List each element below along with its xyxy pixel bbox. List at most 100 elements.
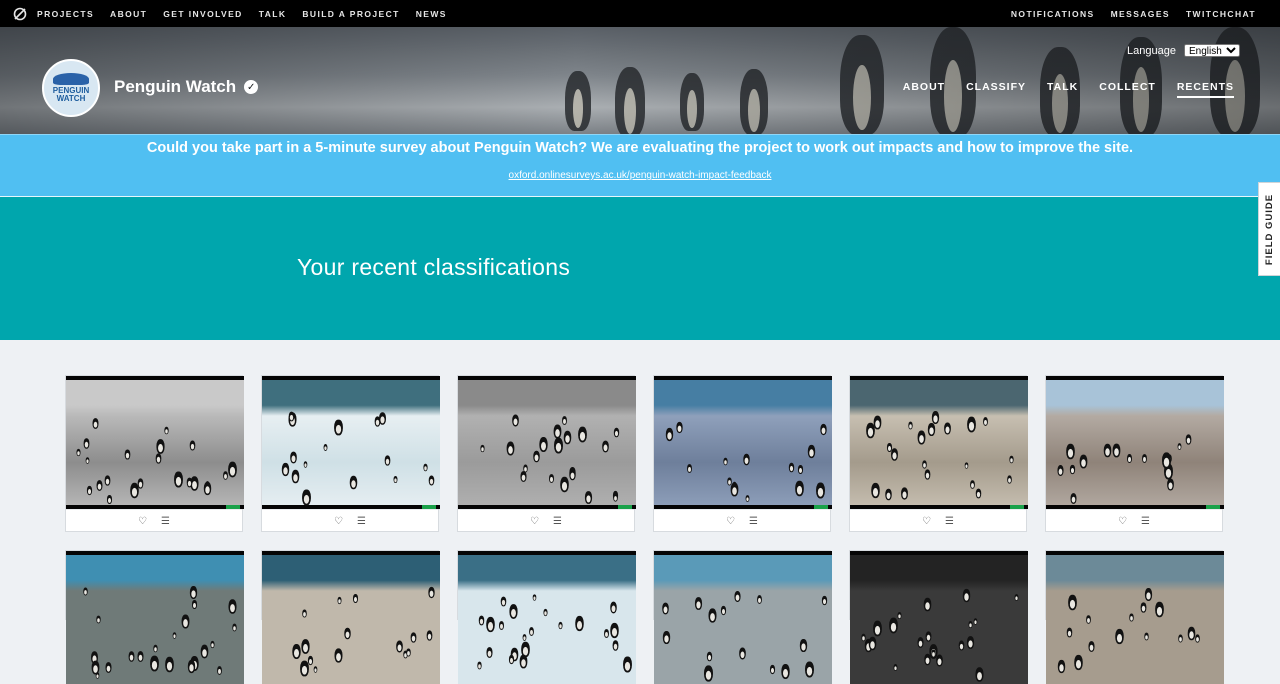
penguin-figure (577, 426, 587, 443)
penguin-figure (189, 585, 197, 599)
survey-banner: Could you take part in a 5-minute survey… (0, 134, 1280, 197)
nav-messages[interactable]: MESSAGES (1111, 9, 1170, 19)
project-title[interactable]: Penguin Watch ✓ (114, 77, 259, 97)
logo-text-2: WATCH (56, 94, 86, 103)
penguin-figure (217, 666, 223, 675)
add-to-collection-icon[interactable]: ☰ (1141, 516, 1150, 527)
favorite-heart-icon[interactable]: ♡ (922, 516, 931, 527)
penguin-figure (1162, 452, 1172, 469)
penguin-figure (223, 471, 228, 480)
penguin-figure (95, 615, 101, 623)
penguin-figure (959, 640, 965, 651)
favorite-heart-icon[interactable]: ♡ (1118, 516, 1127, 527)
penguin-figure (807, 445, 815, 459)
penguin-figure (228, 599, 237, 614)
nav-talk[interactable]: TALK (259, 9, 287, 19)
favorite-heart-icon[interactable]: ♡ (726, 516, 735, 527)
classification-thumbnail[interactable] (1046, 376, 1224, 509)
penguin-figure (149, 655, 159, 672)
classification-thumbnail[interactable] (850, 551, 1028, 684)
penguin-figure (480, 444, 485, 452)
nav-notifications[interactable]: NOTIFICATIONS (1011, 9, 1095, 19)
penguin-figure (757, 594, 762, 604)
language-select[interactable]: English (1184, 44, 1240, 57)
penguin-figure (107, 495, 113, 505)
penguin-figure (396, 640, 404, 653)
penguin-figure (816, 482, 826, 499)
verified-check-icon: ✓ (244, 80, 259, 94)
penguin-figure (900, 487, 908, 500)
add-to-collection-icon[interactable]: ☰ (357, 516, 366, 527)
classification-thumbnail[interactable] (1046, 551, 1224, 684)
penguin-figure (966, 636, 974, 650)
classification-thumbnail[interactable] (66, 376, 244, 509)
penguin-figure (1065, 444, 1075, 460)
penguin-figure (739, 647, 746, 660)
penguin-figure (200, 644, 209, 659)
nav-build-a-project[interactable]: BUILD A PROJECT (302, 9, 399, 19)
nav-news[interactable]: NEWS (416, 9, 447, 19)
nav-about[interactable]: ABOUT (110, 9, 147, 19)
favorite-heart-icon[interactable]: ♡ (530, 516, 539, 527)
penguin-figure (662, 602, 669, 615)
penguin-figure (479, 616, 485, 626)
project-nav-recents[interactable]: RECENTS (1176, 81, 1234, 98)
zooniverse-logo-icon[interactable] (13, 7, 27, 21)
penguin-figure (1187, 626, 1196, 641)
penguin-figure (931, 649, 937, 658)
penguin-figure (922, 460, 927, 470)
classification-thumbnail[interactable] (66, 551, 244, 684)
classification-thumbnail[interactable] (262, 551, 440, 684)
classification-thumbnail[interactable] (850, 376, 1028, 509)
classification-thumbnail[interactable] (654, 551, 832, 684)
penguin-figure (609, 623, 619, 639)
add-to-collection-icon[interactable]: ☰ (945, 516, 954, 527)
penguin-figure (173, 471, 183, 488)
penguin-figure (781, 663, 790, 679)
classification-card: ♡ ☰ (457, 375, 636, 532)
penguin-figure (908, 421, 913, 430)
penguin-figure (973, 617, 978, 625)
penguin-figure (1129, 613, 1135, 622)
penguin-figure (155, 453, 162, 464)
add-to-collection-icon[interactable]: ☰ (161, 516, 170, 527)
survey-link[interactable]: oxford.onlinesurveys.ac.uk/penguin-watch… (509, 170, 772, 181)
penguin-figure (520, 471, 527, 483)
penguin-figure (105, 662, 112, 673)
penguin-figure (1166, 478, 1174, 491)
classification-thumbnail[interactable] (458, 376, 636, 509)
penguin-figure (885, 489, 892, 501)
favorite-heart-icon[interactable]: ♡ (334, 516, 343, 527)
classification-thumbnail[interactable] (654, 376, 832, 509)
penguin-figure (1057, 659, 1065, 673)
classification-thumbnail[interactable] (458, 551, 636, 684)
penguin-figure (1178, 442, 1182, 450)
penguin-figure (1067, 594, 1077, 611)
project-nav-collect[interactable]: COLLECT (1099, 81, 1156, 98)
nav-get-involved[interactable]: GET INVOLVED (163, 9, 242, 19)
penguin-figure (228, 461, 238, 477)
penguin-figure (84, 438, 90, 449)
penguin-figure (427, 630, 433, 641)
penguin-figure (181, 614, 189, 629)
project-nav-classify[interactable]: CLASSIFY (966, 81, 1026, 98)
classification-thumbnail[interactable] (262, 376, 440, 509)
penguin-figure (584, 491, 593, 505)
main-links: PROJECTS ABOUT GET INVOLVED TALK BUILD A… (37, 9, 463, 19)
card-actions: ♡ ☰ (1046, 509, 1222, 533)
penguin-figure (334, 648, 343, 663)
penguin-figure (232, 623, 237, 632)
project-nav-talk[interactable]: TALK (1047, 81, 1078, 98)
penguin-figure (533, 450, 540, 462)
favorite-heart-icon[interactable]: ♡ (138, 516, 147, 527)
project-header: Language English PENGUIN WATCH Penguin W… (0, 27, 1280, 134)
penguin-figure (522, 633, 527, 641)
nav-user-menu[interactable]: TWITCHCHAT (1186, 9, 1256, 19)
add-to-collection-icon[interactable]: ☰ (553, 516, 562, 527)
project-avatar[interactable]: PENGUIN WATCH (42, 59, 100, 117)
penguin-figure (662, 630, 671, 644)
add-to-collection-icon[interactable]: ☰ (749, 516, 758, 527)
project-nav-about[interactable]: ABOUT (903, 81, 945, 98)
field-guide-tab[interactable]: FIELD GUIDE (1258, 182, 1280, 276)
nav-projects[interactable]: PROJECTS (37, 9, 94, 19)
